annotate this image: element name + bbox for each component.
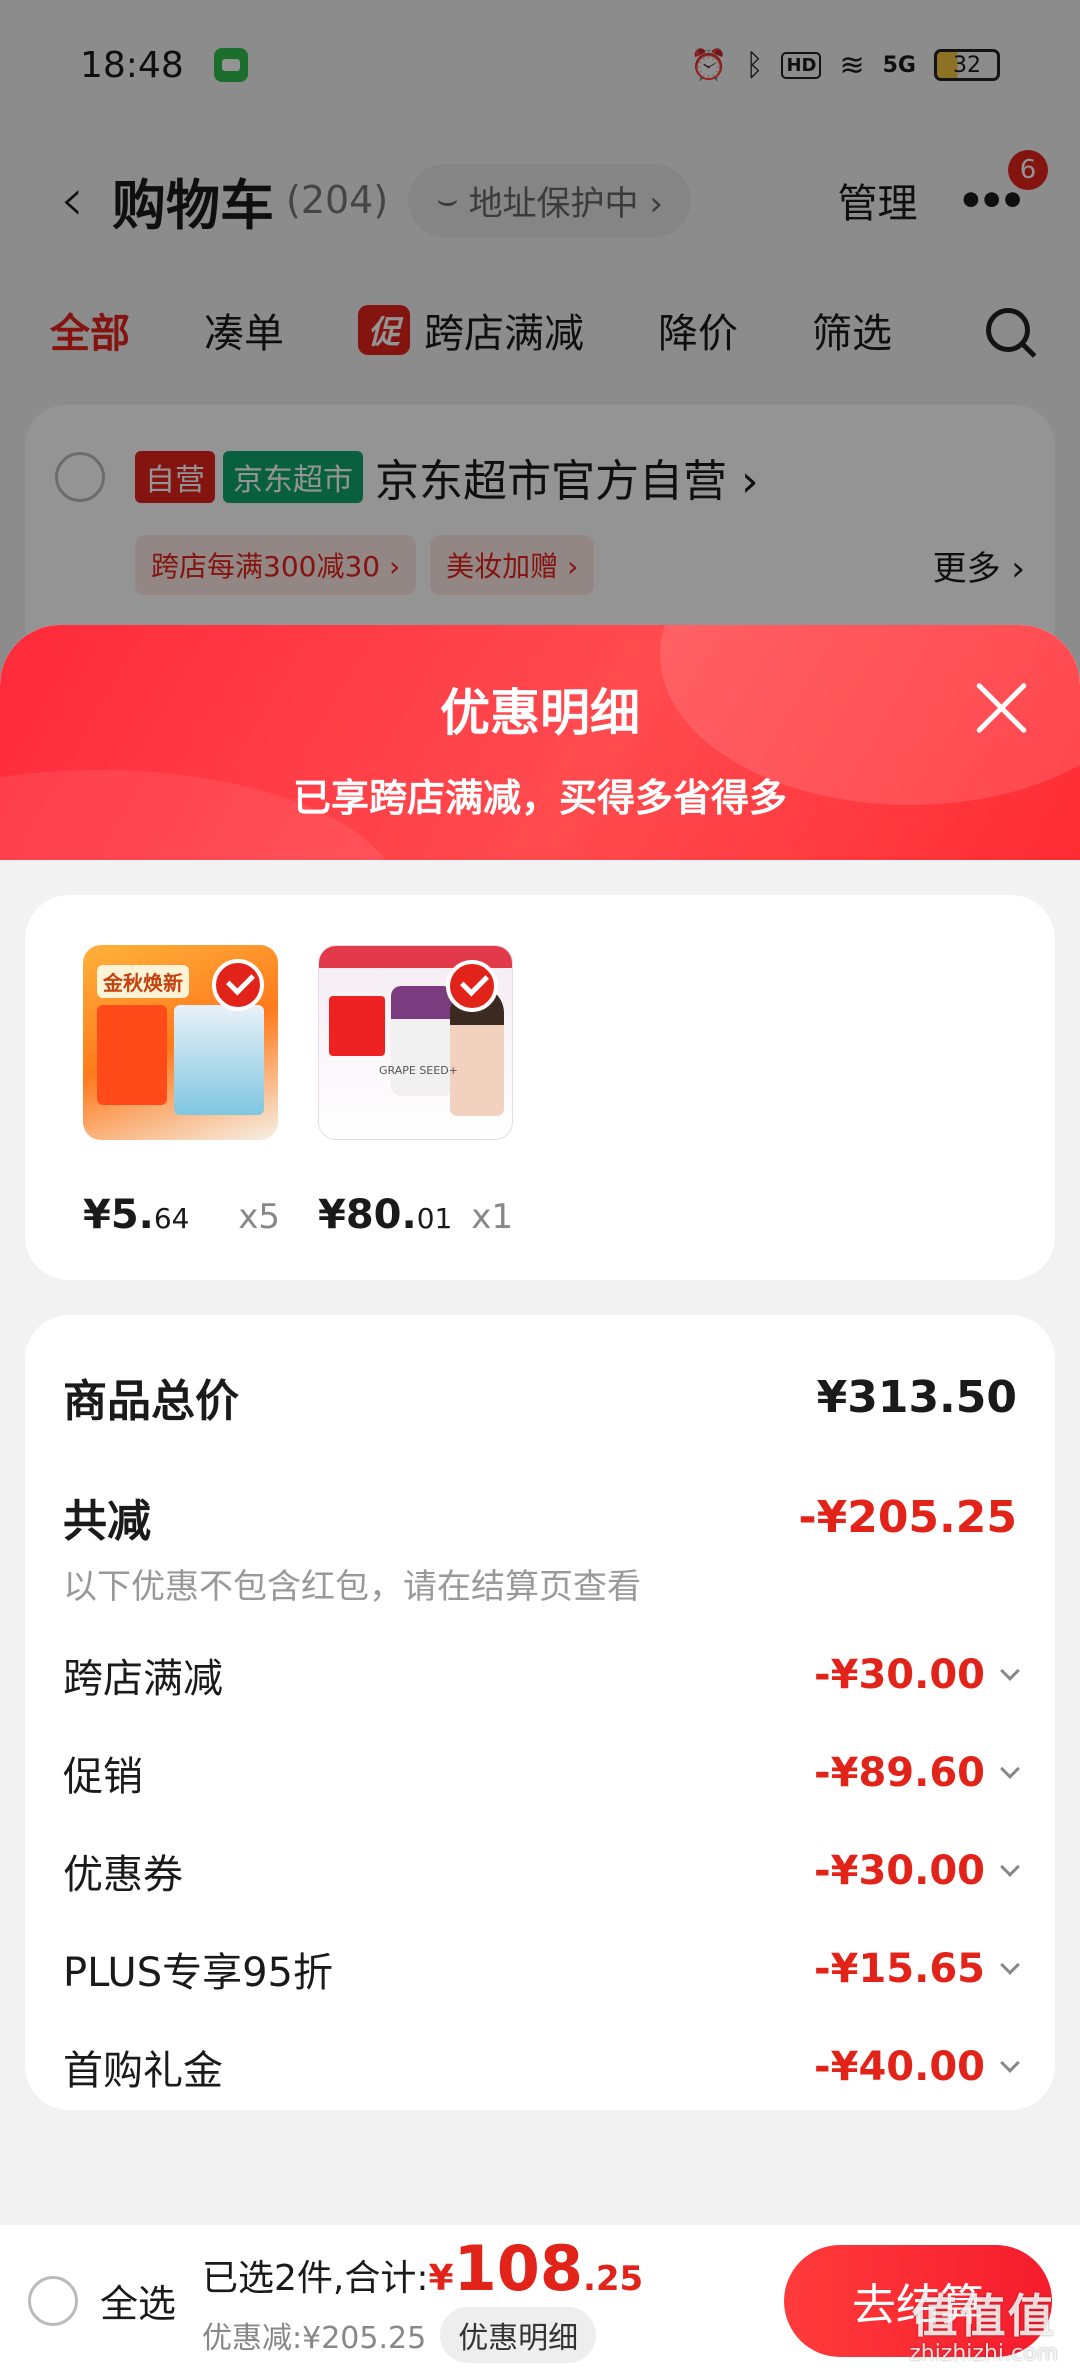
discount-label: 首购礼金	[63, 2048, 223, 2094]
thumb-label: GRAPE SEED+	[379, 1064, 458, 1077]
discount-value-group: -¥89.60	[814, 1750, 1020, 1796]
total-reduction-value: -¥205.25	[798, 1491, 1017, 1543]
product-price-row: ¥5.64 x5	[83, 1192, 280, 1238]
product-thumbnail: 金秋焕新	[83, 945, 278, 1140]
total-price-label: 商品总价	[63, 1376, 239, 1427]
thumb-label: 金秋焕新	[97, 965, 189, 998]
discount-label: PLUS专享95折	[63, 1950, 333, 1996]
discount-value-group: -¥15.65	[814, 1946, 1020, 1992]
watermark-site: zhizhizhi.com	[909, 2340, 1058, 2366]
select-all-radio[interactable]	[28, 2275, 78, 2326]
thumb-art	[174, 1005, 264, 1115]
sheet-subtitle: 已享跨店满减，买得多省得多	[292, 776, 787, 820]
total-amount-dec: .25	[582, 2259, 644, 2299]
total-amount-int: 108	[453, 2232, 583, 2305]
close-icon[interactable]	[972, 678, 1032, 738]
checkout-bar: 全选 已选2件,合计: ¥ 108 .25 优惠减:¥205.25 优惠明细 去…	[0, 2225, 1080, 2376]
thumb-art	[391, 986, 453, 1096]
price-dec: 01	[416, 1202, 453, 1235]
discount-detail-sheet: 优惠明细 已享跨店满减，买得多省得多 金秋焕新 ¥5.64 x5 GRAPE S…	[0, 625, 1080, 2376]
product-qty: x1	[471, 1197, 513, 1237]
chevron-down-icon	[1000, 1759, 1020, 1779]
product-thumbnail: GRAPE SEED+	[318, 945, 513, 1140]
watermark: 值值值 zhizhizhi.com	[909, 2291, 1058, 2366]
discount-row-promotion[interactable]: 促销 -¥89.60	[63, 1724, 1020, 1822]
discount-label: 跨店满减	[63, 1656, 223, 1702]
selected-check-icon	[446, 960, 498, 1012]
thumb-art	[97, 1005, 167, 1105]
select-all-label[interactable]: 全选	[100, 2273, 176, 2328]
total-reduction-label: 共减	[63, 1496, 151, 1547]
sheet-title: 优惠明细	[440, 684, 640, 742]
chevron-down-icon	[1000, 1661, 1020, 1681]
sheet-header: 优惠明细 已享跨店满减，买得多省得多	[0, 625, 1080, 860]
total-line: 已选2件,合计: ¥ 108 .25	[202, 2238, 643, 2301]
discount-value: -¥40.00	[814, 2044, 985, 2090]
selected-check-icon	[212, 959, 264, 1011]
discount-row-first-purchase[interactable]: 首购礼金 -¥40.00	[63, 2018, 1020, 2116]
product-item[interactable]: 金秋焕新 ¥5.64 x5	[83, 945, 280, 1238]
discount-label: 促销	[63, 1754, 143, 1800]
discount-value: -¥30.00	[814, 1652, 985, 1698]
selected-products: 金秋焕新 ¥5.64 x5 GRAPE SEED+ ¥80.01 x1	[25, 895, 1055, 1280]
discount-value-group: -¥30.00	[814, 1848, 1020, 1894]
discount-value-group: -¥30.00	[814, 1652, 1020, 1698]
discount-row-coupon[interactable]: 优惠券 -¥30.00	[63, 1822, 1020, 1920]
saved-amount: 优惠减:¥205.25	[202, 2321, 427, 2356]
product-item[interactable]: GRAPE SEED+ ¥80.01 x1	[318, 945, 513, 1238]
thumb-art	[329, 996, 385, 1056]
total-price-value: ¥313.50	[816, 1371, 1017, 1423]
chevron-down-icon	[1000, 1857, 1020, 1877]
reduction-note: 以下优惠不包含红包，请在结算页查看	[63, 1567, 641, 1607]
chevron-down-icon	[1000, 2053, 1020, 2073]
price-int: ¥5.	[83, 1192, 154, 1238]
price-int: ¥80.	[318, 1192, 417, 1238]
discount-row-cross-store[interactable]: 跨店满减 -¥30.00	[63, 1626, 1020, 1724]
discount-label: 优惠券	[63, 1852, 183, 1898]
total-price-row: 商品总价 ¥313.50	[63, 1365, 1017, 1429]
product-price: ¥80.01	[318, 1192, 452, 1238]
price-dec: 64	[153, 1202, 190, 1235]
saved-line: 优惠减:¥205.25 优惠明细	[202, 2307, 643, 2363]
selected-count-text: 已选2件,合计:	[202, 2258, 429, 2299]
product-price-row: ¥80.01 x1	[318, 1192, 513, 1238]
discount-value: -¥89.60	[814, 1750, 985, 1796]
discount-detail-button[interactable]: 优惠明细	[440, 2307, 597, 2363]
discount-value: -¥15.65	[814, 1946, 985, 1992]
chevron-down-icon	[1000, 1955, 1020, 1975]
product-price: ¥5.64	[83, 1192, 190, 1238]
discount-value-group: -¥40.00	[814, 2044, 1020, 2090]
discount-list: 跨店满减 -¥30.00 促销 -¥89.60 优惠券 -¥30.00 PLUS…	[63, 1626, 1020, 2116]
total-block: 已选2件,合计: ¥ 108 .25 优惠减:¥205.25 优惠明细	[202, 2238, 643, 2363]
watermark-logo: 值值值	[911, 2289, 1056, 2344]
product-qty: x5	[238, 1197, 280, 1237]
discount-row-plus[interactable]: PLUS专享95折 -¥15.65	[63, 1920, 1020, 2018]
total-reduction-row: 共减 -¥205.25	[63, 1485, 1017, 1549]
price-summary: 商品总价 ¥313.50 共减 -¥205.25 以下优惠不包含红包，请在结算页…	[25, 1315, 1055, 2110]
total-currency: ¥	[428, 2258, 454, 2299]
discount-value: -¥30.00	[814, 1848, 985, 1894]
